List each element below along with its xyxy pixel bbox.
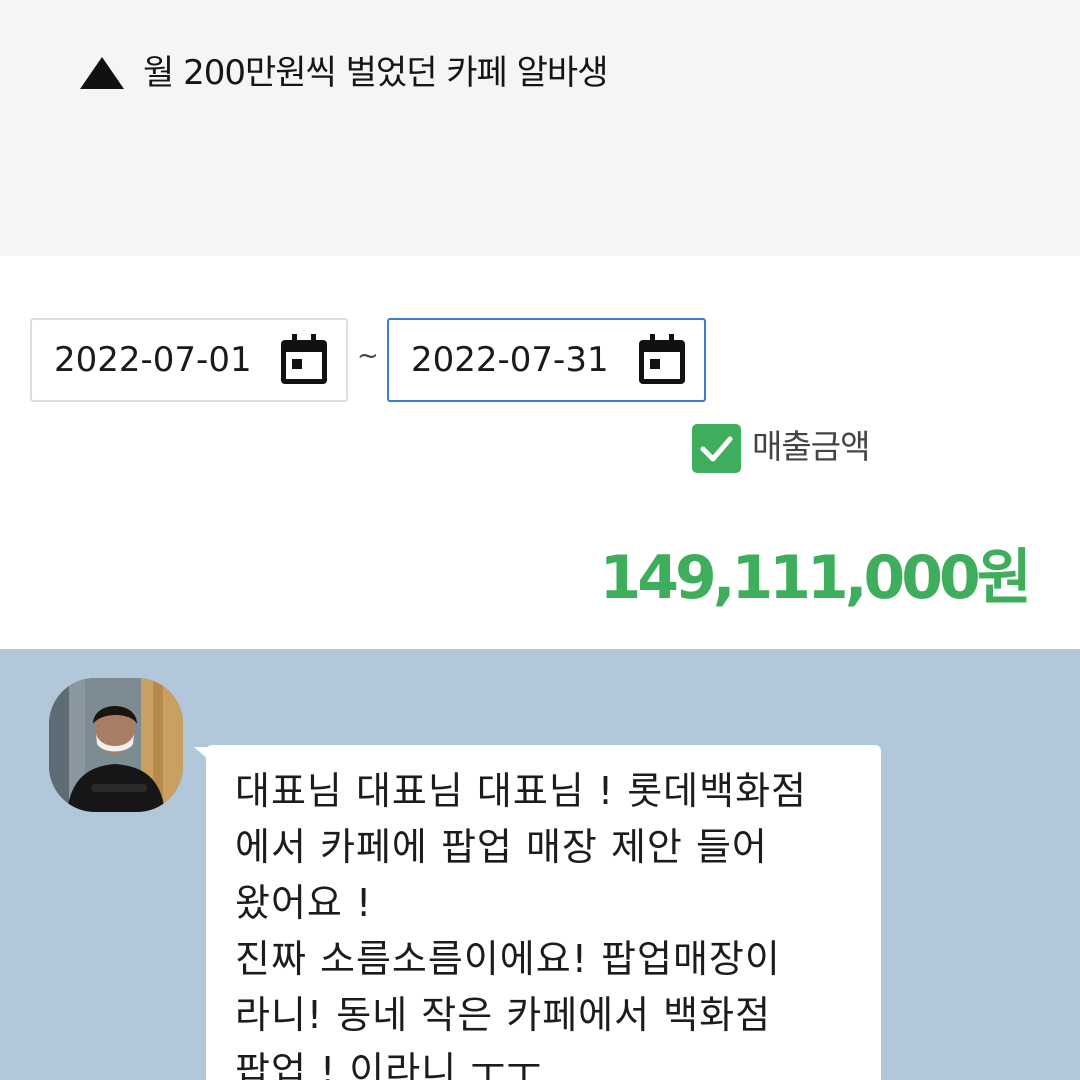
- chat-area: 대표님 대표님 대표님 ! 롯데백화점 에서 카페에 팝업 매장 제안 들어 왔…: [0, 649, 1080, 1080]
- message-bubble[interactable]: 대표님 대표님 대표님 ! 롯데백화점 에서 카페에 팝업 매장 제안 들어 왔…: [206, 745, 881, 1080]
- message-line: 에서 카페에 팝업 매장 제안 들어: [235, 825, 768, 869]
- caption-band: 월 200만원씩 벌었던 카페 알바생: [0, 0, 1080, 256]
- sales-amount-label: 매출금액: [752, 427, 870, 466]
- message-line: 라니! 동네 작은 카페에서 백화점: [235, 993, 772, 1037]
- message-line: 왔어요 !: [235, 881, 373, 925]
- calendar-icon[interactable]: [636, 332, 688, 388]
- page: 월 200만원씩 벌었던 카페 알바생 2022-07-01 ~ 2022-07…: [0, 0, 1080, 1080]
- checkmark-icon: [700, 436, 733, 462]
- caption-text: 월 200만원씩 벌었던 카페 알바생: [143, 53, 608, 93]
- end-date-field[interactable]: 2022-07-31: [387, 318, 706, 402]
- avatar[interactable]: [49, 678, 183, 812]
- date-range-separator: ~: [357, 341, 379, 371]
- message-line: 진짜 소름소름이에요! 팝업매장이: [235, 937, 781, 981]
- calendar-icon[interactable]: [278, 332, 330, 388]
- triangle-up-icon: [80, 57, 124, 89]
- message-line: 대표님 대표님 대표님 ! 롯데백화점: [235, 769, 807, 813]
- end-date-value: 2022-07-31: [411, 340, 609, 380]
- start-date-field[interactable]: 2022-07-01: [30, 318, 348, 402]
- start-date-value: 2022-07-01: [54, 340, 252, 380]
- total-sales-amount: 149,111,000원: [599, 543, 1032, 613]
- sales-amount-checkbox[interactable]: [692, 424, 741, 473]
- message-line: 팝업 ! 이라니 ㅜㅜ: [235, 1049, 543, 1080]
- message-text: 대표님 대표님 대표님 ! 롯데백화점 에서 카페에 팝업 매장 제안 들어 왔…: [235, 763, 875, 1080]
